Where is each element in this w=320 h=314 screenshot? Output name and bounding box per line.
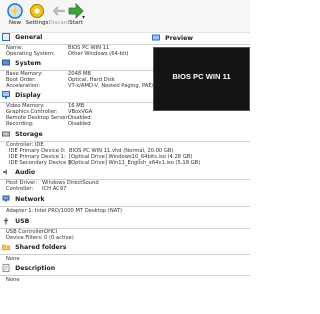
description-icon (2, 264, 10, 272)
toolbar: New Settings Discard Start ▾ (0, 0, 250, 33)
storage-header[interactable]: Storage (2, 130, 43, 140)
os-value: Other Windows (64-bit) (68, 51, 129, 57)
accel-key: Acceleration: (6, 83, 40, 89)
preview-title: Preview (165, 35, 194, 42)
system-icon (2, 59, 10, 66)
storage-icon (2, 131, 10, 137)
display-rec-row: Recording: Disabled (6, 121, 91, 127)
usb-icon (3, 217, 9, 225)
display-icon (2, 91, 10, 99)
shared-value: None (6, 256, 20, 262)
preview-screen: BIOS PC WIN 11 (153, 47, 250, 111)
shared-title: Shared folders (15, 244, 67, 251)
network-adapter-row: Adapter 1: Intel PRO/1000 MT Desktop (NA… (6, 208, 123, 214)
network-header[interactable]: Network (2, 195, 45, 205)
general-header[interactable]: General (2, 33, 42, 43)
preview-header: Preview (152, 34, 248, 45)
start-label: Start (69, 20, 83, 26)
system-accel-row: Acceleration: VT-x/AMD-V, Nested Paging, … (6, 83, 161, 89)
filters-key: Device Filters: (6, 235, 43, 241)
rec-value: Disabled (68, 121, 91, 127)
speaker-icon (3, 169, 7, 175)
audio-header[interactable]: Audio (2, 168, 35, 178)
storage-title: Storage (15, 131, 43, 138)
general-title: General (15, 34, 43, 41)
usb-title: USB (15, 218, 30, 225)
gear-icon (29, 3, 45, 19)
settings-button[interactable]: Settings (25, 2, 49, 31)
system-header[interactable]: System (2, 59, 41, 69)
audio-ctrl-value: ICH AC97 (42, 186, 67, 192)
general-os-row: Operating System: Other Windows (64-bit) (6, 51, 128, 57)
rec-key: Recording: (6, 121, 34, 127)
network-icon (2, 195, 10, 202)
sm-value: [Optical Drive] Win11_English_x64v1.iso … (69, 160, 201, 166)
accel-value: VT-x/AMD-V, Nested Paging, PAE/NX (68, 83, 161, 89)
os-key: Operating System: (6, 51, 55, 57)
preview-icon (152, 34, 160, 41)
new-button[interactable]: New (3, 2, 27, 31)
audio-controller-row: Controller: ICH AC97 (6, 186, 66, 192)
usb-filters-row: Device Filters:0 (0 active) (6, 235, 74, 241)
general-icon (2, 33, 10, 41)
description-value: None (6, 277, 20, 283)
preview-screen-text: BIOS PC WIN 11 (172, 72, 231, 81)
system-title: System (15, 60, 41, 67)
display-header[interactable]: Display (2, 91, 41, 101)
storage-secondary-master-row: IDE Secondary Device 0:[Optical Drive] W… (9, 160, 200, 166)
network-title: Network (15, 196, 45, 203)
description-title: Description (15, 265, 56, 272)
chevron-down-icon[interactable]: ▾ (82, 14, 85, 21)
audio-title: Audio (15, 169, 36, 176)
description-header[interactable]: Description (2, 264, 55, 274)
new-vm-icon (7, 3, 23, 19)
new-label: New (8, 20, 22, 26)
sm-key: IDE Secondary Device 0: (9, 160, 74, 166)
display-title: Display (15, 92, 41, 99)
shared-folders-header[interactable]: Shared folders (2, 243, 66, 253)
audio-ctrl-key: Controller: (6, 186, 34, 192)
filters-value: 0 (0 active) (44, 235, 74, 241)
usb-header[interactable]: USB (2, 217, 29, 227)
folder-icon (2, 244, 10, 251)
settings-label: Settings (25, 20, 49, 26)
